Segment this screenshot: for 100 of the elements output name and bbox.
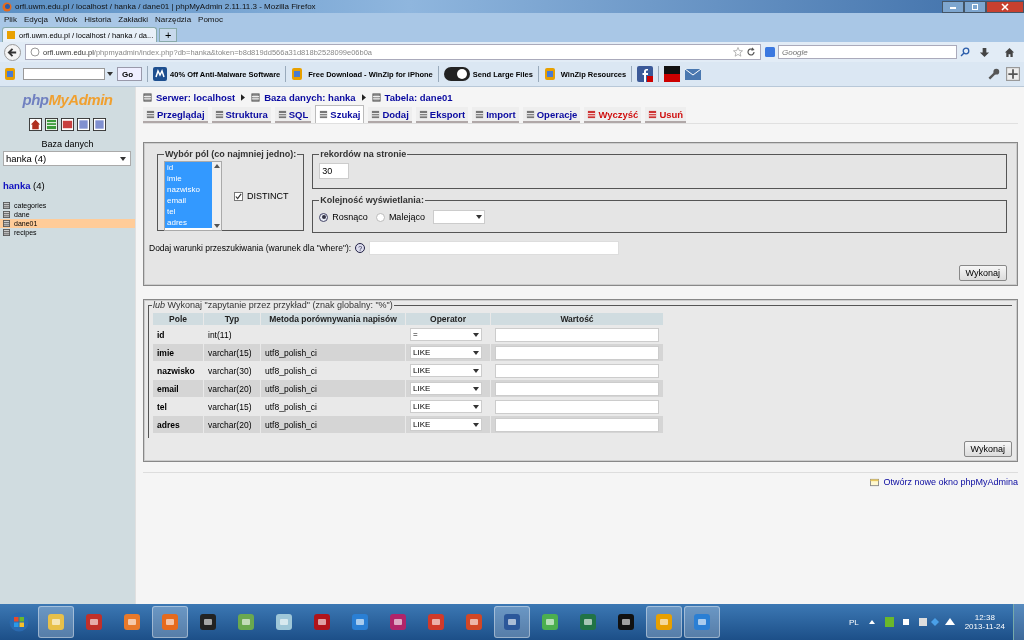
caret-icon bbox=[473, 368, 479, 373]
value-field[interactable] bbox=[495, 381, 659, 396]
menu-item[interactable]: Widok bbox=[54, 14, 78, 24]
document-icon bbox=[502, 612, 522, 632]
menu-item[interactable]: Zakładki bbox=[118, 14, 149, 24]
language-indicator[interactable]: PL bbox=[848, 617, 859, 627]
value-field[interactable] bbox=[495, 327, 659, 342]
download-icon[interactable] bbox=[979, 46, 990, 58]
sql-icon[interactable] bbox=[61, 118, 74, 131]
operator-select[interactable]: LIKE bbox=[410, 346, 482, 359]
operator-select[interactable]: LIKE bbox=[410, 382, 482, 395]
menu-item[interactable]: Plik bbox=[4, 14, 17, 24]
database-link[interactable]: hanka bbox=[3, 180, 31, 191]
menu-item[interactable]: Narzędzia bbox=[155, 14, 192, 24]
value-field[interactable] bbox=[495, 417, 659, 432]
breadcrumb-link[interactable]: Baza danych: hanka bbox=[251, 91, 356, 103]
tray-icons-drawing[interactable] bbox=[866, 616, 957, 628]
taskbar-button[interactable] bbox=[38, 606, 74, 638]
clock-date: 2013-11-24 bbox=[964, 622, 1005, 631]
checkbox[interactable] bbox=[234, 191, 243, 201]
mail-icon[interactable] bbox=[685, 66, 702, 82]
tab[interactable]: SQL bbox=[274, 107, 312, 123]
tab[interactable]: Dodaj bbox=[368, 107, 412, 123]
table-cell-text: tel bbox=[156, 400, 168, 414]
operator-select[interactable]: LIKE bbox=[410, 400, 482, 413]
new-tab-button[interactable]: + bbox=[159, 28, 178, 42]
radio-button[interactable] bbox=[319, 212, 329, 222]
table-icon[interactable] bbox=[45, 118, 58, 131]
home-icon[interactable] bbox=[1004, 46, 1015, 58]
archive-icon[interactable] bbox=[4, 67, 18, 81]
table-cell: imie bbox=[153, 344, 203, 361]
operator-select[interactable]: LIKE bbox=[410, 364, 482, 377]
help-icon[interactable] bbox=[77, 118, 90, 131]
tab[interactable]: Przeglądaj bbox=[143, 107, 208, 123]
database-label: Baza danych bbox=[41, 139, 94, 149]
operator-select[interactable]: = bbox=[410, 328, 482, 341]
arrow-icon bbox=[361, 93, 366, 101]
table-count: (4) bbox=[33, 180, 45, 191]
table-cell: utf8_polish_ci bbox=[261, 344, 405, 361]
table-cell-text: id bbox=[156, 328, 166, 342]
table-cell: utf8_polish_ci bbox=[261, 416, 405, 433]
column-header: Metoda porównywania napisów bbox=[261, 313, 405, 325]
records-field[interactable]: 30 bbox=[319, 163, 350, 179]
add-icon[interactable] bbox=[1006, 67, 1020, 81]
tab[interactable]: Szukaj bbox=[315, 105, 365, 123]
table-cell: utf8_polish_ci bbox=[261, 380, 405, 397]
wrench-icon[interactable] bbox=[987, 67, 1001, 81]
back-button[interactable] bbox=[4, 43, 21, 61]
tab[interactable]: Operacje bbox=[522, 107, 581, 123]
tab[interactable]: Struktura bbox=[211, 107, 271, 123]
maximize-button[interactable] bbox=[964, 0, 986, 13]
column-header: Wartość bbox=[491, 313, 663, 325]
table-cell: varchar(15) bbox=[204, 344, 260, 361]
tab[interactable]: Wyczyść bbox=[584, 107, 642, 123]
database-select[interactable]: hanka (4) bbox=[3, 151, 131, 166]
search-icon[interactable] bbox=[960, 47, 970, 57]
pdf-icon bbox=[426, 612, 446, 632]
checkbox-label: DISTINCT bbox=[247, 191, 289, 201]
value-field[interactable] bbox=[495, 399, 659, 414]
scrollbar[interactable] bbox=[212, 162, 221, 230]
new-window-link[interactable]: Otwórz nowe okno phpMyAdmina bbox=[883, 477, 1018, 487]
record-icon bbox=[84, 612, 104, 632]
caret-icon[interactable] bbox=[107, 72, 113, 76]
docs-icon[interactable] bbox=[93, 118, 106, 131]
group-legend: Kolejność wyświetlania: bbox=[319, 195, 425, 205]
clock-time: 12:38 bbox=[974, 613, 995, 622]
submit-button[interactable]: Wykonaj bbox=[963, 441, 1012, 457]
taskbar-button[interactable] bbox=[494, 606, 530, 638]
home-icon[interactable] bbox=[29, 118, 42, 131]
value-field[interactable] bbox=[495, 345, 659, 360]
tab[interactable]: Eksport bbox=[415, 107, 469, 123]
tab[interactable]: Import bbox=[472, 107, 519, 123]
menu-item[interactable]: Edycja bbox=[23, 14, 48, 24]
breadcrumb-link[interactable]: Tabela: dane01 bbox=[371, 91, 453, 103]
search-field[interactable]: Google bbox=[778, 45, 957, 59]
tab[interactable]: Usuń bbox=[645, 107, 687, 123]
radio-button[interactable] bbox=[375, 212, 385, 222]
reload-icon[interactable] bbox=[746, 47, 756, 57]
menu-item[interactable]: Pomoc bbox=[198, 14, 223, 24]
star-icon[interactable] bbox=[733, 47, 743, 57]
taskbar-button[interactable] bbox=[646, 606, 682, 638]
submit-button[interactable]: Wykonaj bbox=[958, 265, 1007, 281]
breadcrumb-link[interactable]: Serwer: localhost bbox=[143, 91, 236, 103]
go-button[interactable]: Go bbox=[117, 67, 143, 81]
toolbar-search-field[interactable] bbox=[23, 68, 105, 80]
where-field[interactable] bbox=[369, 241, 620, 255]
tab-icon bbox=[587, 109, 597, 119]
document-icon bbox=[274, 612, 294, 632]
value-field[interactable] bbox=[495, 363, 659, 378]
minimize-button[interactable] bbox=[942, 0, 964, 13]
facebook-icon[interactable] bbox=[637, 66, 654, 82]
menu-item[interactable]: Historia bbox=[84, 14, 112, 24]
close-icon bbox=[1000, 2, 1010, 11]
operator-select[interactable]: LIKE bbox=[410, 418, 482, 431]
browser-icon bbox=[540, 612, 560, 632]
close-button[interactable] bbox=[986, 0, 1024, 13]
globe-icon bbox=[30, 47, 40, 57]
tab-icon bbox=[319, 110, 329, 119]
terminal-icon bbox=[198, 612, 218, 632]
caret-icon bbox=[473, 350, 479, 355]
